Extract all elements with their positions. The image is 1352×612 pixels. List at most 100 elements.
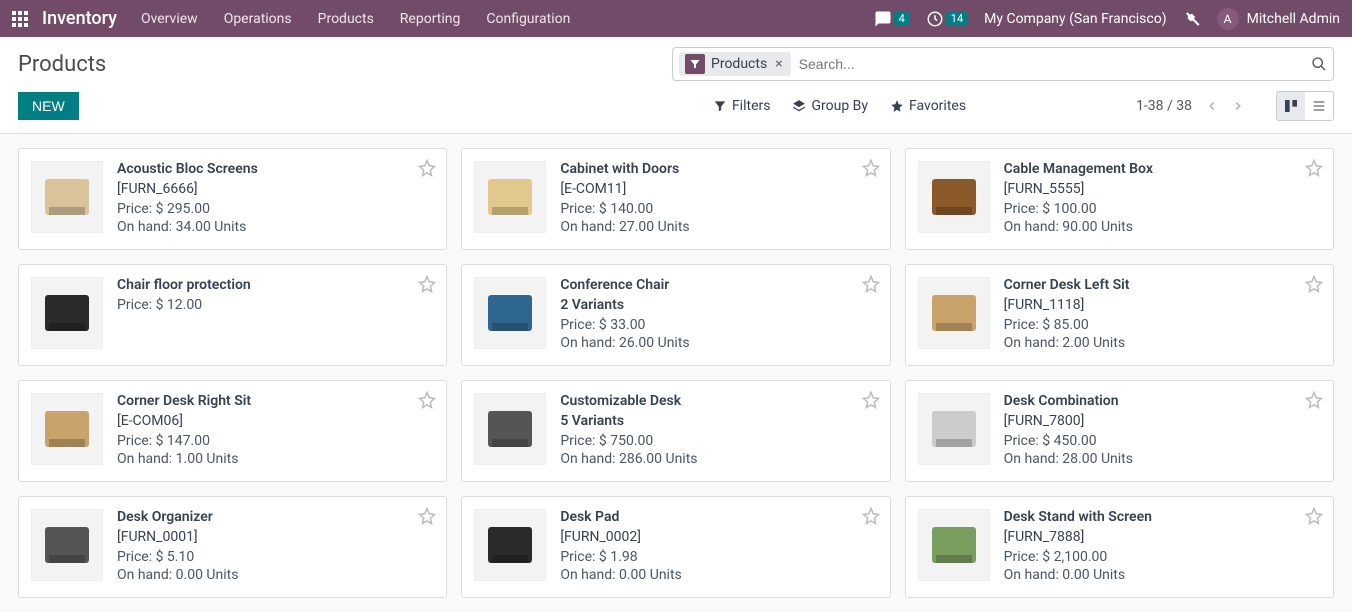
activities-button[interactable]: 14	[926, 10, 968, 28]
product-price: Price: $ 100.00	[1004, 201, 1321, 217]
product-info: Desk Stand with Screen [FURN_7888] Price…	[1004, 509, 1321, 585]
star-outline-icon	[418, 507, 436, 525]
favorite-toggle[interactable]	[418, 159, 436, 177]
user-menu[interactable]: A Mitchell Admin	[1217, 8, 1340, 30]
star-outline-icon	[1305, 507, 1323, 525]
product-onhand: On hand: 2.00 Units	[1004, 335, 1321, 351]
product-thumbnail	[31, 509, 103, 581]
layers-icon	[792, 99, 806, 113]
search-input[interactable]	[799, 56, 1311, 72]
favorite-toggle[interactable]	[862, 275, 880, 293]
product-thumbnail	[918, 393, 990, 465]
star-icon	[890, 99, 904, 113]
search-icon[interactable]	[1311, 56, 1327, 72]
avatar: A	[1217, 8, 1239, 30]
product-price: Price: $ 85.00	[1004, 317, 1321, 333]
nav-configuration[interactable]: Configuration	[486, 11, 570, 27]
product-card[interactable]: Desk Pad [FURN_0002] Price: $ 1.98 On ha…	[461, 496, 890, 598]
product-card[interactable]: Corner Desk Left Sit [FURN_1118] Price: …	[905, 264, 1334, 366]
product-info: Conference Chair 2 Variants Price: $ 33.…	[560, 277, 877, 353]
company-switcher[interactable]: My Company (San Francisco)	[984, 11, 1166, 27]
product-ref: [FURN_7888]	[1004, 529, 1321, 545]
favorite-toggle[interactable]	[418, 507, 436, 525]
product-onhand: On hand: 1.00 Units	[117, 451, 434, 467]
product-ref: [FURN_1118]	[1004, 297, 1321, 313]
product-card[interactable]: Desk Stand with Screen [FURN_7888] Price…	[905, 496, 1334, 598]
messages-badge: 4	[894, 11, 910, 26]
messages-button[interactable]: 4	[874, 10, 910, 28]
list-view-button[interactable]	[1305, 92, 1333, 120]
favorite-toggle[interactable]	[1305, 159, 1323, 177]
product-price: Price: $ 5.10	[117, 549, 434, 565]
favorite-toggle[interactable]	[418, 275, 436, 293]
product-onhand: On hand: 34.00 Units	[117, 219, 434, 235]
nav-operations[interactable]: Operations	[224, 11, 292, 27]
favorite-toggle[interactable]	[862, 159, 880, 177]
favorite-toggle[interactable]	[1305, 507, 1323, 525]
groupby-dropdown[interactable]: Group By	[792, 98, 868, 114]
nav-products[interactable]: Products	[318, 11, 374, 27]
product-name: Corner Desk Right Sit	[117, 393, 434, 409]
product-name: Desk Combination	[1004, 393, 1321, 409]
product-price: Price: $ 147.00	[117, 433, 434, 449]
product-thumbnail	[474, 277, 546, 349]
search-bar[interactable]: Products ×	[672, 47, 1334, 81]
product-info: Desk Pad [FURN_0002] Price: $ 1.98 On ha…	[560, 509, 877, 585]
nav-overview[interactable]: Overview	[141, 11, 198, 27]
product-card[interactable]: Corner Desk Right Sit [E-COM06] Price: $…	[18, 380, 447, 482]
favorite-toggle[interactable]	[862, 391, 880, 409]
product-info: Cable Management Box [FURN_5555] Price: …	[1004, 161, 1321, 237]
product-ref: [FURN_0001]	[117, 529, 434, 545]
funnel-icon	[685, 54, 705, 74]
product-card[interactable]: Chair floor protection Price: $ 12.00	[18, 264, 447, 366]
product-card[interactable]: Conference Chair 2 Variants Price: $ 33.…	[461, 264, 890, 366]
favorite-toggle[interactable]	[1305, 275, 1323, 293]
debug-button[interactable]	[1183, 10, 1201, 28]
product-thumbnail	[918, 509, 990, 581]
product-card[interactable]: Acoustic Bloc Screens [FURN_6666] Price:…	[18, 148, 447, 250]
product-thumbnail	[31, 393, 103, 465]
apps-icon[interactable]	[12, 11, 28, 27]
chevron-right-icon	[1231, 99, 1245, 113]
star-outline-icon	[862, 275, 880, 293]
product-price: Price: $ 140.00	[560, 201, 877, 217]
product-info: Desk Combination [FURN_7800] Price: $ 45…	[1004, 393, 1321, 469]
app-brand[interactable]: Inventory	[42, 8, 117, 29]
pager-prev[interactable]	[1200, 94, 1224, 118]
kanban-view-button[interactable]	[1277, 92, 1305, 120]
product-card[interactable]: Cabinet with Doors [E-COM11] Price: $ 14…	[461, 148, 890, 250]
product-variants: 5 Variants	[560, 413, 877, 429]
funnel-icon	[713, 99, 727, 113]
pager-value[interactable]: 1-38 / 38	[1136, 98, 1192, 114]
favorites-dropdown[interactable]: Favorites	[890, 98, 966, 114]
product-card[interactable]: Cable Management Box [FURN_5555] Price: …	[905, 148, 1334, 250]
nav-reporting[interactable]: Reporting	[400, 11, 461, 27]
product-price: Price: $ 295.00	[117, 201, 434, 217]
page-title: Products	[18, 52, 106, 77]
product-onhand: On hand: 286.00 Units	[560, 451, 877, 467]
product-ref: [FURN_6666]	[117, 181, 434, 197]
favorite-toggle[interactable]	[862, 507, 880, 525]
product-onhand: On hand: 90.00 Units	[1004, 219, 1321, 235]
star-outline-icon	[1305, 159, 1323, 177]
product-card[interactable]: Desk Organizer [FURN_0001] Price: $ 5.10…	[18, 496, 447, 598]
product-info: Acoustic Bloc Screens [FURN_6666] Price:…	[117, 161, 434, 237]
product-ref: [E-COM06]	[117, 413, 434, 429]
pager-next[interactable]	[1226, 94, 1250, 118]
product-card[interactable]: Customizable Desk 5 Variants Price: $ 75…	[461, 380, 890, 482]
product-info: Cabinet with Doors [E-COM11] Price: $ 14…	[560, 161, 877, 237]
facet-label: Products	[711, 56, 767, 72]
clock-icon	[926, 10, 944, 28]
filters-dropdown[interactable]: Filters	[713, 98, 771, 114]
product-price: Price: $ 33.00	[560, 317, 877, 333]
product-price: Price: $ 450.00	[1004, 433, 1321, 449]
facet-remove[interactable]: ×	[773, 56, 784, 72]
chat-icon	[874, 10, 892, 28]
product-price: Price: $ 1.98	[560, 549, 877, 565]
product-name: Desk Organizer	[117, 509, 434, 525]
new-button[interactable]: NEW	[18, 92, 79, 120]
product-card[interactable]: Desk Combination [FURN_7800] Price: $ 45…	[905, 380, 1334, 482]
favorite-toggle[interactable]	[418, 391, 436, 409]
favorite-toggle[interactable]	[1305, 391, 1323, 409]
search-facet[interactable]: Products ×	[679, 52, 791, 76]
